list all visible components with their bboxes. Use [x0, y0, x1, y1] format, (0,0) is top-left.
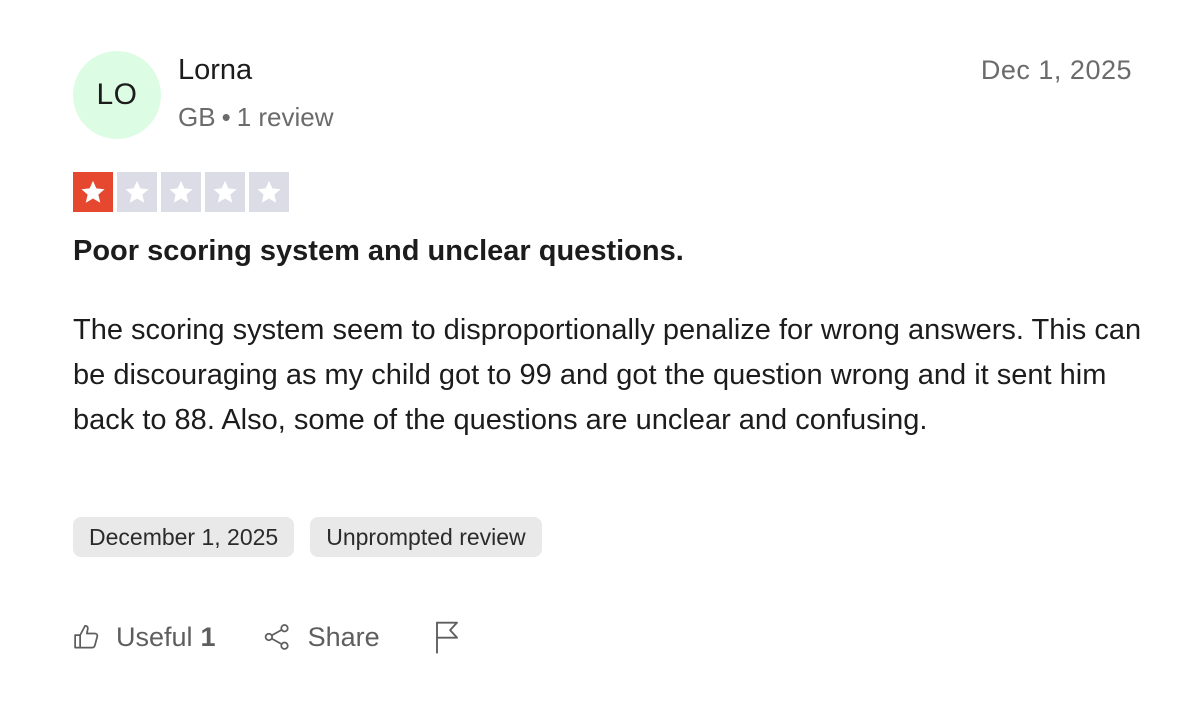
review-tags: December 1, 2025 Unprompted review — [73, 517, 542, 557]
reviewer-name[interactable]: Lorna — [178, 54, 252, 87]
review-card: LO Lorna GB • 1 review Dec 1, 2025 Poor sc… — [0, 0, 1201, 702]
avatar-initials: LO — [96, 78, 138, 111]
reviewer-country: GB — [178, 102, 216, 132]
report-button[interactable] — [432, 620, 462, 654]
thumbs-up-icon — [72, 622, 102, 652]
share-icon — [262, 622, 292, 652]
useful-count: 1 — [200, 621, 216, 652]
useful-label: Useful — [116, 621, 193, 652]
reviewer-meta: GB • 1 review — [178, 102, 334, 133]
star-rating — [73, 172, 289, 212]
avatar[interactable]: LO — [73, 51, 161, 139]
useful-button[interactable]: Useful 1 — [72, 622, 216, 653]
star-empty-icon — [161, 172, 201, 212]
meta-separator: • — [221, 102, 231, 132]
star-empty-icon — [205, 172, 245, 212]
star-empty-icon — [117, 172, 157, 212]
share-label: Share — [307, 621, 380, 652]
experience-date-tag: December 1, 2025 — [73, 517, 295, 557]
review-actions: Useful 1 Share — [72, 617, 462, 657]
flag-icon — [432, 620, 462, 654]
review-title[interactable]: Poor scoring system and unclear question… — [73, 235, 684, 268]
star-filled-icon — [73, 172, 113, 212]
reviewer-review-count[interactable]: 1 review — [237, 102, 334, 132]
review-type-tag[interactable]: Unprompted review — [310, 517, 542, 557]
review-date: Dec 1, 2025 — [980, 55, 1132, 85]
star-empty-icon — [249, 172, 289, 212]
review-body: The scoring system seem to disproportion… — [73, 314, 1142, 436]
share-button[interactable]: Share — [262, 622, 380, 653]
